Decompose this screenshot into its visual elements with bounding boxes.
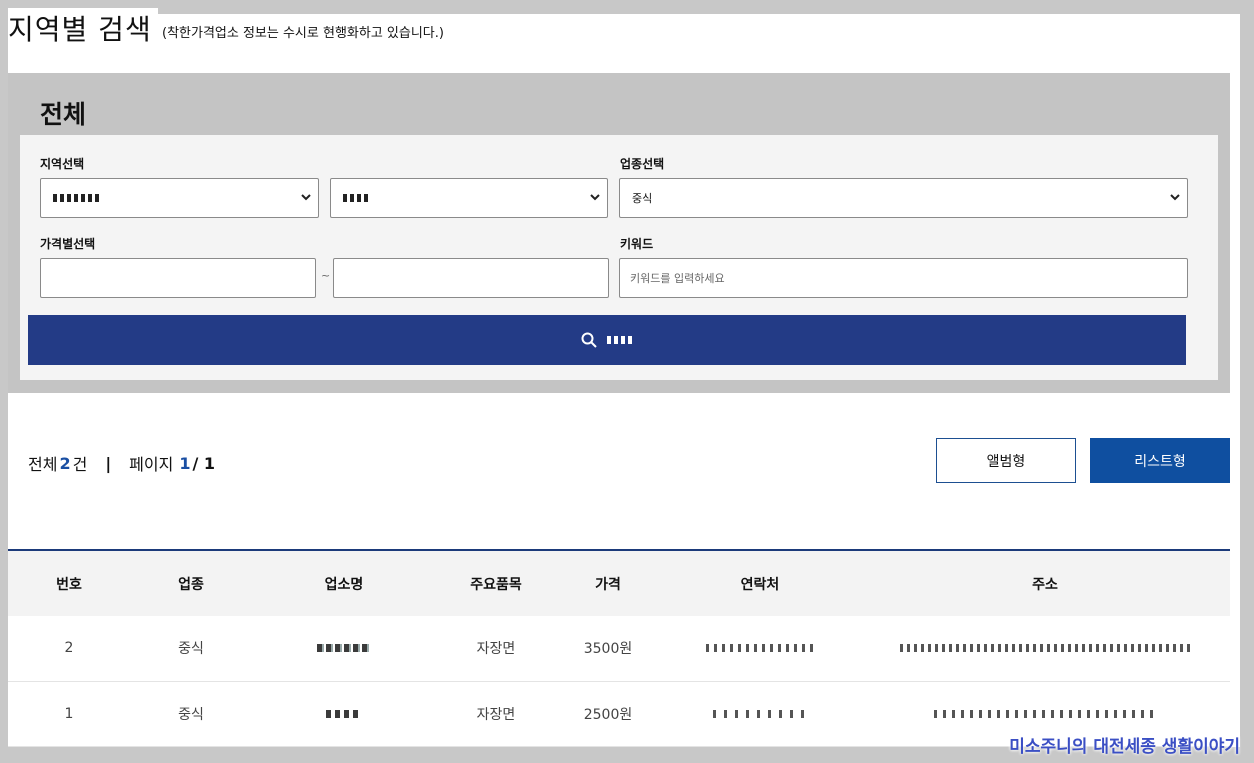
chevron-down-icon bbox=[301, 194, 311, 201]
region-district-select[interactable] bbox=[330, 178, 608, 218]
category-select-value: 중식 bbox=[632, 192, 653, 205]
screen-frame-right bbox=[1240, 0, 1254, 763]
cell-no: 2 bbox=[8, 616, 130, 682]
header-no: 번호 bbox=[56, 576, 82, 593]
screen-frame-top bbox=[0, 0, 1254, 14]
header-price: 가격 bbox=[595, 576, 621, 593]
result-summary: 전체 2 건 | 페이지 1 / 1 bbox=[28, 451, 215, 475]
cell-category: 중식 bbox=[130, 681, 252, 747]
address-masked bbox=[934, 709, 1156, 718]
region-label: 지역선택 bbox=[40, 157, 85, 171]
category-label: 업종선택 bbox=[620, 157, 665, 171]
screen-frame-left bbox=[0, 0, 8, 763]
cell-contact bbox=[660, 681, 860, 747]
region-city-value-masked bbox=[53, 194, 99, 202]
keyword-input[interactable]: 키워드를 입력하세요 bbox=[619, 258, 1188, 298]
cell-item: 자장면 bbox=[436, 681, 556, 747]
category-select[interactable]: 중식 bbox=[619, 178, 1188, 218]
price-min-input[interactable] bbox=[40, 258, 316, 298]
page-current: 1 bbox=[179, 453, 191, 473]
cell-contact bbox=[660, 616, 860, 682]
cell-name[interactable] bbox=[252, 616, 436, 682]
search-button-label-masked bbox=[607, 336, 633, 344]
search-button[interactable] bbox=[28, 315, 1186, 365]
region-city-select[interactable] bbox=[40, 178, 319, 218]
album-view-button[interactable]: 앨범형 bbox=[936, 438, 1076, 483]
cell-price: 2500원 bbox=[556, 681, 660, 747]
total-count: 2 bbox=[59, 453, 71, 473]
price-label: 가격별선택 bbox=[40, 237, 96, 251]
name-masked bbox=[326, 709, 362, 718]
price-range-separator: ~ bbox=[321, 269, 331, 282]
chevron-down-icon bbox=[590, 194, 600, 201]
header-address: 주소 bbox=[1032, 576, 1058, 593]
keyword-label: 키워드 bbox=[620, 237, 654, 251]
header-name: 업소명 bbox=[324, 576, 364, 593]
list-view-button[interactable]: 리스트형 bbox=[1090, 438, 1230, 483]
cell-address bbox=[860, 616, 1230, 682]
cell-name[interactable] bbox=[252, 681, 436, 747]
total-label: 전체 bbox=[28, 455, 58, 474]
name-masked bbox=[317, 644, 371, 653]
cell-category: 중식 bbox=[130, 616, 252, 682]
contact-masked bbox=[706, 644, 814, 653]
address-masked bbox=[900, 644, 1190, 653]
table-row[interactable]: 2 중식 자장면 3500원 bbox=[8, 616, 1230, 682]
header-contact: 연락처 bbox=[740, 576, 780, 593]
header-item: 주요품목 bbox=[470, 576, 522, 593]
header-category: 업종 bbox=[178, 576, 204, 593]
page-label: 페이지 bbox=[129, 455, 174, 474]
search-panel: 전체 지역선택 업종선택 중식 가격별선택 ~ 키워드 키워드를 입력하세요 bbox=[8, 73, 1230, 393]
region-district-value-masked bbox=[343, 194, 369, 202]
price-max-input[interactable] bbox=[333, 258, 609, 298]
blog-watermark: 미소주니의 대전세종 생활이야기 bbox=[1009, 737, 1240, 757]
results-table: 번호 업종 업소명 주요품목 가격 연락처 주소 2 중식 자장면 3500원 … bbox=[8, 549, 1230, 747]
page-total: / 1 bbox=[192, 453, 216, 473]
contact-masked bbox=[713, 709, 807, 718]
page-note: (착한가격업소 정보는 수시로 현행화하고 있습니다.) bbox=[162, 26, 444, 41]
total-unit: 건 bbox=[72, 455, 88, 474]
chevron-down-icon bbox=[1170, 194, 1180, 201]
keyword-placeholder: 키워드를 입력하세요 bbox=[630, 272, 725, 285]
search-panel-heading: 전체 bbox=[40, 100, 87, 129]
page-title: 지역별 검색 bbox=[8, 8, 158, 48]
cell-item: 자장면 bbox=[436, 616, 556, 682]
summary-separator: | bbox=[105, 453, 112, 473]
cell-no: 1 bbox=[8, 681, 130, 747]
table-header-row: 번호 업종 업소명 주요품목 가격 연락처 주소 bbox=[8, 550, 1230, 616]
cell-price: 3500원 bbox=[556, 616, 660, 682]
search-icon bbox=[581, 332, 597, 348]
